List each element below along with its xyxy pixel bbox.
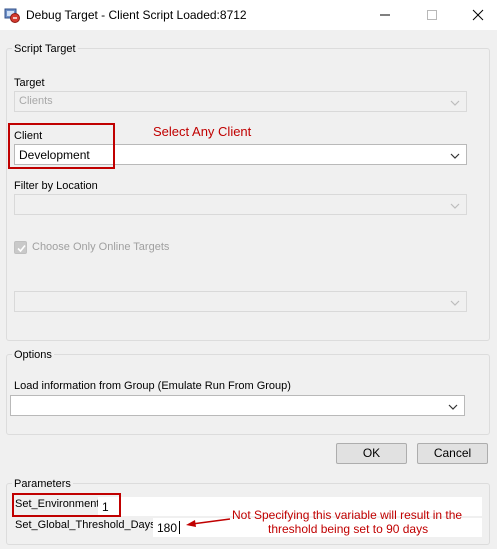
chevron-down-icon <box>450 298 460 306</box>
ok-button[interactable]: OK <box>336 443 407 464</box>
script-target-legend: Script Target <box>12 43 78 55</box>
text-cursor <box>179 521 180 534</box>
minimize-icon[interactable] <box>378 8 392 22</box>
title-bar: Debug Target - Client Script Loaded:8712 <box>0 0 497 30</box>
param-name: Set_Global_Threshold_Days <box>15 519 156 531</box>
environment-highlight-box <box>12 493 121 517</box>
target-label: Target <box>14 77 45 89</box>
chevron-down-icon <box>450 98 460 106</box>
filter-location-combo[interactable] <box>14 194 467 215</box>
extra-combo[interactable] <box>14 291 467 312</box>
param-value: 180 <box>157 521 178 535</box>
threshold-note-line1: Not Specifying this variable will result… <box>232 508 463 522</box>
cancel-button[interactable]: Cancel <box>417 443 488 464</box>
red-arrow-icon <box>186 518 231 527</box>
chevron-down-icon <box>450 201 460 209</box>
close-icon[interactable] <box>471 8 485 22</box>
chevron-down-icon <box>450 151 460 159</box>
options-legend: Options <box>12 349 54 361</box>
filter-location-label: Filter by Location <box>14 180 98 192</box>
load-group-label: Load information from Group (Emulate Run… <box>14 380 291 392</box>
parameters-legend: Parameters <box>12 478 73 490</box>
debug-app-icon <box>3 6 21 24</box>
load-group-combo[interactable] <box>10 395 465 416</box>
select-client-annotation: Select Any Client <box>153 124 252 139</box>
target-combo[interactable]: Clients <box>14 91 467 112</box>
online-targets-checkbox[interactable] <box>14 241 27 254</box>
target-combo-value: Clients <box>19 95 53 107</box>
chevron-down-icon <box>448 402 458 410</box>
client-highlight-box <box>8 123 115 169</box>
online-targets-label: Choose Only Online Targets <box>32 241 170 253</box>
threshold-note-line2: threshold being set to 90 days <box>268 522 429 536</box>
window-title: Debug Target - Client Script Loaded:8712 <box>26 8 247 22</box>
maximize-icon <box>425 8 439 22</box>
